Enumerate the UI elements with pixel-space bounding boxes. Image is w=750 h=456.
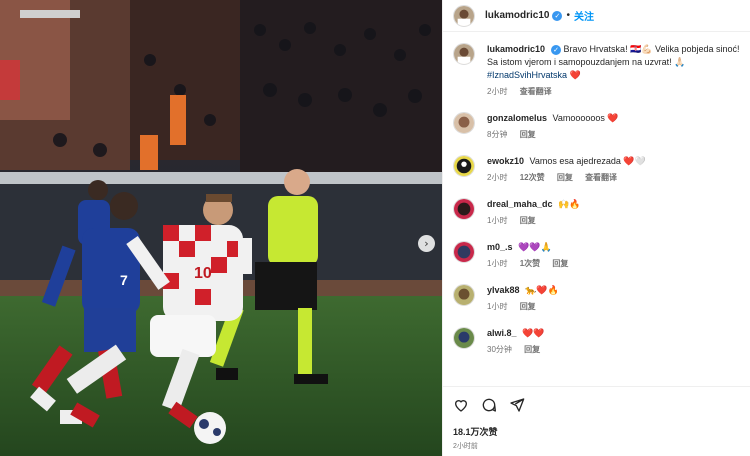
post-photo: 7 10 › — [0, 0, 442, 456]
caption-emoji: ❤️ — [569, 70, 581, 80]
comment-time[interactable]: 1小时 — [487, 216, 507, 225]
comment-username[interactable]: alwi.8_ — [487, 328, 517, 338]
action-bar — [453, 397, 740, 413]
commenter-avatar[interactable] — [453, 241, 475, 263]
author-username[interactable]: lukamodric10 — [485, 10, 549, 21]
comment-time[interactable]: 30分钟 — [487, 345, 512, 354]
comment-username[interactable]: m0_.s — [487, 242, 513, 252]
reply-button[interactable]: 回复 — [520, 130, 536, 139]
author-avatar[interactable] — [453, 4, 475, 27]
verified-badge-icon: ✓ — [552, 10, 563, 21]
football-match-photo: 7 10 — [0, 0, 442, 456]
comment-text: Vamos esa ajedrezada ❤️🤍 — [529, 156, 646, 166]
comment-time[interactable]: 2小时 — [487, 173, 507, 182]
caption-avatar[interactable] — [453, 43, 475, 65]
caption-time[interactable]: 2小时 — [487, 87, 507, 96]
verified-badge-icon: ✓ — [551, 44, 562, 55]
translate-link[interactable]: 查看翻译 — [585, 173, 617, 182]
comments-list: lukamodric10 ✓ Bravo Hrvatska! 🇭🇷💪🏻 Velik… — [443, 33, 750, 385]
comment-time[interactable]: 8分钟 — [487, 130, 507, 139]
comment-item: alwi.8_ ❤️❤️ 30分钟 回复 — [453, 327, 740, 356]
comment-username[interactable]: gonzalomelus — [487, 113, 547, 123]
comment-time[interactable]: 1小时 — [487, 302, 507, 311]
commenter-avatar[interactable] — [453, 155, 475, 177]
comment-text: ❤️❤️ — [522, 328, 545, 338]
comment-item: gonzalomelus Vamoooooos ❤️ 8分钟 回复 — [453, 112, 740, 141]
jersey-number: 10 — [194, 265, 212, 282]
reply-button[interactable]: 回复 — [520, 216, 536, 225]
comment-username[interactable]: ewokz10 — [487, 156, 524, 166]
commenter-avatar[interactable] — [453, 327, 475, 349]
reply-button[interactable]: 回复 — [524, 345, 540, 354]
comment-item: dreal_maha_dc 🙌🔥 1小时 回复 — [453, 198, 740, 227]
reply-button[interactable]: 回复 — [552, 259, 568, 268]
comment-item: ylvak88 🐆❤️🔥 1小时 回复 — [453, 284, 740, 313]
comment-username[interactable]: ylvak88 — [487, 285, 520, 295]
posted-time: 2小时前 — [453, 443, 478, 450]
comment-text: 🙌🔥 — [558, 199, 581, 209]
comment-likes[interactable]: 12次赞 — [520, 173, 545, 182]
post-footer: 18.1万次赞 2小时前 — [443, 386, 750, 456]
comment-item: m0_.s 💜💜🙏 1小时 1次赞 回复 — [453, 241, 740, 270]
comment-item: ewokz10 Vamos esa ajedrezada ❤️🤍 2小时 12次… — [453, 155, 740, 184]
separator: • — [566, 10, 570, 21]
comment-text: Vamoooooos ❤️ — [552, 113, 619, 123]
comment-likes[interactable]: 1次赞 — [520, 259, 540, 268]
comment-time[interactable]: 1小时 — [487, 259, 507, 268]
comment-icon[interactable] — [481, 397, 497, 413]
comment-username[interactable]: dreal_maha_dc — [487, 199, 553, 209]
reply-button[interactable]: 回复 — [520, 302, 536, 311]
opponent-number: 7 — [120, 272, 128, 288]
caption: lukamodric10 ✓ Bravo Hrvatska! 🇭🇷💪🏻 Velik… — [453, 43, 740, 98]
comments-panel: lukamodric10 ✓ • 关注 lukamodric10 ✓ Bravo … — [442, 0, 750, 456]
follow-button[interactable]: 关注 — [574, 8, 594, 23]
commenter-avatar[interactable] — [453, 284, 475, 306]
like-heart-icon[interactable] — [453, 397, 469, 413]
caption-username[interactable]: lukamodric10 — [487, 44, 545, 54]
commenter-avatar[interactable] — [453, 112, 475, 134]
chevron-right-icon: › — [424, 237, 429, 250]
caption-translate-link[interactable]: 查看翻译 — [520, 87, 552, 96]
next-photo-button[interactable]: › — [418, 235, 435, 252]
instagram-post-modal: 7 10 › lukamodric10 ✓ • 关注 lukamodric10 … — [0, 0, 750, 456]
share-send-icon[interactable] — [509, 397, 525, 413]
comment-text: 🐆❤️🔥 — [525, 285, 559, 295]
comment-text: 💜💜🙏 — [518, 242, 552, 252]
football — [194, 412, 226, 444]
likes-count[interactable]: 18.1万次赞 — [453, 425, 740, 438]
reply-button[interactable]: 回复 — [557, 173, 573, 182]
commenter-avatar[interactable] — [453, 198, 475, 220]
post-header: lukamodric10 ✓ • 关注 — [443, 0, 750, 32]
caption-hashtag[interactable]: #IznadSvihHrvatska — [487, 70, 567, 80]
